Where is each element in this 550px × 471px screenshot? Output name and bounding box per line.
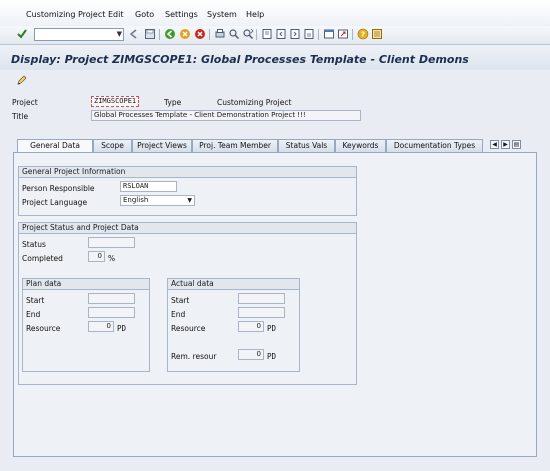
actual-start-field[interactable] [238, 293, 285, 304]
plan-resource-unit: PD [117, 324, 127, 333]
shortcut-icon[interactable] [337, 28, 349, 40]
find-icon[interactable] [228, 28, 240, 40]
project-language-label: Project Language [22, 198, 88, 207]
tab-list-icon[interactable]: ▤ [512, 140, 521, 149]
actual-end-label: End [171, 310, 186, 319]
project-language-select[interactable]: English ▼ [120, 195, 195, 206]
tab-documentation-types[interactable]: Documentation Types [386, 139, 483, 152]
standard-toolbar: ▼ ? [0, 26, 550, 45]
menu-customizing-project[interactable]: Customizing Project [26, 10, 105, 19]
command-field[interactable]: ▼ [34, 28, 124, 41]
tab-strip: General Data Scope Project Views Proj. T… [13, 139, 537, 153]
status-label: Status [22, 240, 46, 249]
actual-data-group: Actual data Start End Resource 0 PD Rem.… [167, 278, 300, 372]
tab-status-vals[interactable]: Status Vals [278, 139, 335, 152]
first-page-icon[interactable] [261, 28, 273, 40]
display-change-icon[interactable] [16, 74, 28, 86]
cancel-icon[interactable] [194, 28, 206, 40]
menu-settings[interactable]: Settings [165, 10, 198, 19]
toolbar-separator [256, 29, 257, 40]
remaining-resource-unit: PD [267, 352, 277, 361]
svg-text:?: ? [361, 31, 365, 39]
completed-label: Completed [22, 254, 63, 263]
completed-unit: % [108, 254, 116, 263]
title-field[interactable]: Global Processes Template - Client Demon… [91, 110, 361, 121]
last-page-icon[interactable] [303, 28, 315, 40]
type-value: Customizing Project [217, 98, 292, 107]
menu-goto[interactable]: Goto [135, 10, 154, 19]
layout-menu-icon[interactable] [371, 28, 383, 40]
menu-system[interactable]: System [207, 10, 237, 19]
menu-help[interactable]: Help [246, 10, 264, 19]
page-title: Display: Project ZIMGSCOPE1: Global Proc… [11, 53, 469, 66]
actual-start-label: Start [171, 296, 190, 305]
person-responsible-field[interactable]: RSLOAN [120, 181, 177, 192]
save-icon[interactable] [144, 28, 156, 40]
menu-bar: Customizing Project Edit Goto Settings S… [0, 0, 550, 27]
project-field[interactable]: ZIMGSCOPE1 [91, 96, 139, 107]
title-label: Title [12, 112, 29, 121]
plan-start-label: Start [26, 296, 45, 305]
status-field[interactable] [88, 237, 135, 248]
chevron-down-icon[interactable]: ▼ [117, 30, 122, 38]
tab-proj-team-member[interactable]: Proj. Team Member [192, 139, 278, 152]
toolbar-separator [159, 29, 160, 40]
prev-page-icon[interactable] [275, 28, 287, 40]
enter-check-icon[interactable] [16, 28, 28, 40]
project-label: Project [12, 98, 38, 107]
plan-resource-field[interactable]: 0 [88, 321, 114, 332]
tab-content-general-data: General Project Information Person Respo… [13, 152, 537, 457]
actual-resource-field[interactable]: 0 [238, 321, 264, 332]
group-title: Plan data [23, 279, 149, 290]
title-bar: Display: Project ZIMGSCOPE1: Global Proc… [0, 45, 550, 71]
group-title: General Project Information [19, 167, 356, 178]
tab-general-data[interactable]: General Data [17, 139, 93, 153]
type-label: Type [164, 98, 182, 107]
plan-data-group: Plan data Start End Resource 0 PD [22, 278, 150, 372]
chevron-down-icon[interactable]: ▼ [187, 196, 192, 205]
project-language-value: English [123, 196, 149, 204]
print-icon[interactable] [214, 28, 226, 40]
completed-field[interactable]: 0 [88, 251, 105, 262]
find-next-icon[interactable] [242, 28, 254, 40]
create-session-icon[interactable] [323, 28, 335, 40]
tab-scroll-left-icon[interactable]: ◀ [490, 140, 499, 149]
actual-resource-label: Resource [171, 324, 206, 333]
remaining-resource-field[interactable]: 0 [238, 349, 264, 360]
actual-resource-unit: PD [267, 324, 277, 333]
help-icon[interactable]: ? [357, 28, 369, 40]
toolbar-separator [318, 29, 319, 40]
remaining-resource-label: Rem. resour [171, 352, 217, 361]
toolbar-separator [352, 29, 353, 40]
plan-start-field[interactable] [88, 293, 135, 304]
plan-end-field[interactable] [88, 307, 135, 318]
status-data-group: Project Status and Project Data Status C… [18, 222, 357, 385]
plan-end-label: End [26, 310, 41, 319]
exit-icon[interactable] [179, 28, 191, 40]
group-title: Actual data [168, 279, 299, 290]
menu-edit[interactable]: Edit [108, 10, 124, 19]
back-icon[interactable] [164, 28, 176, 40]
tab-scroll-right-icon[interactable]: ▶ [501, 140, 510, 149]
actual-end-field[interactable] [238, 307, 285, 318]
back-nav-icon[interactable] [128, 28, 140, 40]
next-page-icon[interactable] [289, 28, 301, 40]
tab-keywords[interactable]: Keywords [335, 139, 386, 152]
tab-project-views[interactable]: Project Views [132, 139, 192, 152]
toolbar-separator [209, 29, 210, 40]
application-toolbar [0, 70, 550, 90]
person-responsible-label: Person Responsible [22, 184, 95, 193]
tab-scope[interactable]: Scope [93, 139, 132, 152]
plan-resource-label: Resource [26, 324, 61, 333]
group-title: Project Status and Project Data [19, 223, 356, 234]
general-info-group: General Project Information Person Respo… [18, 166, 357, 216]
